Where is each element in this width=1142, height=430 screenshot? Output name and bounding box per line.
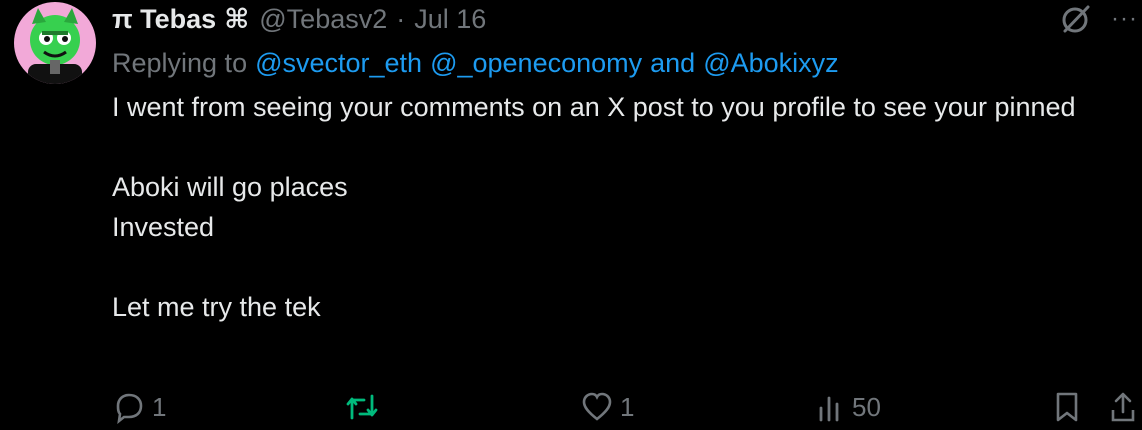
reply-button[interactable]: 1 bbox=[112, 390, 166, 424]
user-handle[interactable]: @Tebasv2 bbox=[259, 4, 387, 35]
reply-count: 1 bbox=[152, 391, 167, 422]
more-icon[interactable]: ··· bbox=[1111, 5, 1138, 33]
share-button[interactable] bbox=[1108, 390, 1138, 424]
replying-label: Replying to bbox=[112, 47, 248, 78]
like-icon bbox=[580, 390, 614, 424]
replying-to: Replying to @svector_eth @_openeconomy a… bbox=[112, 44, 839, 82]
name-symbol: ⌘ bbox=[224, 3, 250, 34]
tweet-header: π Tebas ⌘ @Tebasv2 · Jul 16 bbox=[112, 1, 486, 37]
share-icon bbox=[1108, 390, 1138, 424]
views-icon bbox=[816, 390, 846, 424]
bookmark-icon bbox=[1052, 390, 1082, 424]
body-line: Aboki will go places bbox=[112, 172, 348, 202]
grok-icon[interactable] bbox=[1061, 4, 1091, 34]
views-count: 50 bbox=[852, 391, 881, 422]
avatar[interactable] bbox=[14, 2, 96, 84]
mention-openeconomy[interactable]: @_openeconomy bbox=[430, 48, 642, 79]
top-right-icons: ··· bbox=[1061, 0, 1142, 38]
views-button[interactable]: 50 bbox=[816, 390, 881, 424]
mention-abokixyz[interactable]: @Abokixyz bbox=[703, 48, 838, 79]
body-line: Invested bbox=[112, 212, 215, 242]
body-line-blank bbox=[112, 127, 1122, 167]
reply-icon bbox=[112, 390, 146, 424]
separator-dot: · bbox=[396, 3, 406, 34]
like-count: 1 bbox=[620, 391, 635, 422]
tweet-date[interactable]: Jul 16 bbox=[414, 4, 486, 35]
like-button[interactable]: 1 bbox=[580, 390, 634, 424]
action-bar: 1 1 50 bbox=[112, 390, 1142, 430]
repost-icon bbox=[344, 390, 380, 424]
bookmark-button[interactable] bbox=[1052, 390, 1082, 424]
mention-svector[interactable]: @svector_eth bbox=[255, 48, 422, 79]
display-name[interactable]: π Tebas bbox=[112, 4, 216, 35]
mention-and[interactable]: and bbox=[650, 48, 695, 79]
repost-button[interactable] bbox=[344, 390, 386, 424]
tweet-body: I went from seeing your comments on an X… bbox=[112, 87, 1122, 327]
body-line-blank bbox=[112, 247, 1122, 287]
body-line: I went from seeing your comments on an X… bbox=[112, 92, 1076, 122]
body-line: Let me try the tek bbox=[112, 292, 321, 322]
